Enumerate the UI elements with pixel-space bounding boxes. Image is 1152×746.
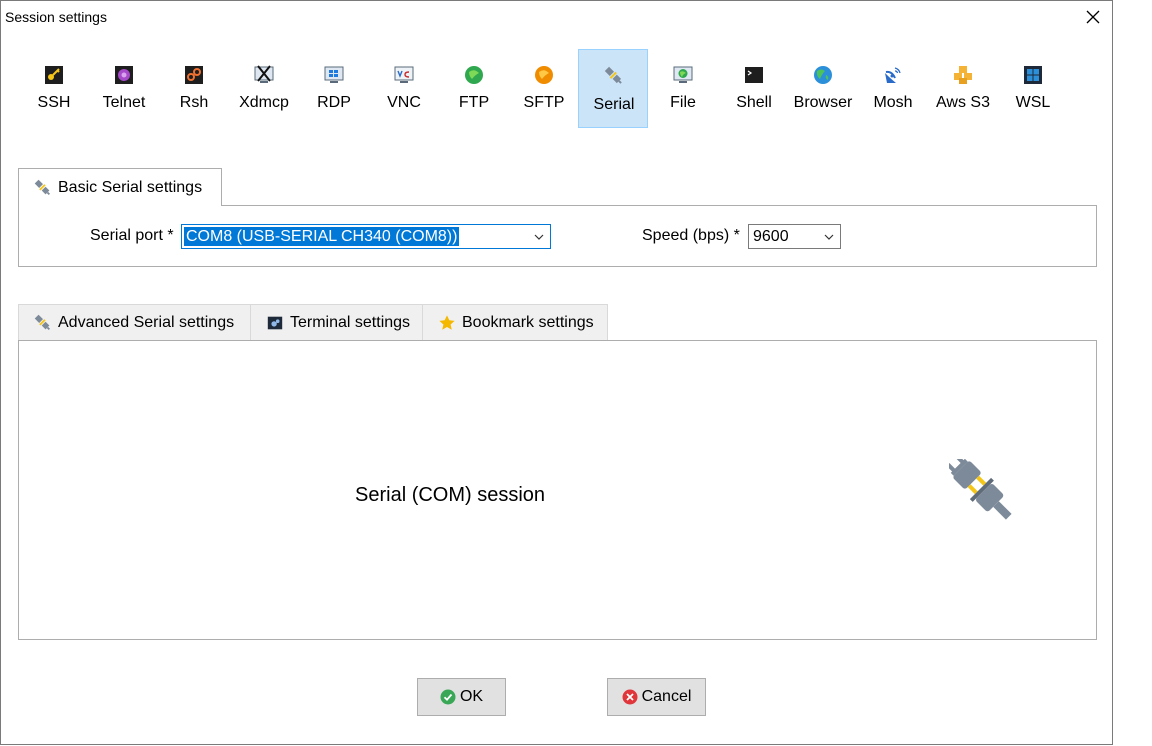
- plug-icon: [949, 459, 1012, 520]
- tab-basic-serial-settings[interactable]: Basic Serial settings: [18, 168, 222, 206]
- terminal-settings-icon: [267, 316, 283, 330]
- protocol-rdp-button[interactable]: RDP: [299, 49, 369, 128]
- protocol-xdmcp-button[interactable]: Xdmcp: [229, 49, 299, 128]
- cancel-button[interactable]: Cancel: [607, 678, 706, 716]
- satellite-icon: [885, 67, 901, 83]
- telnet-icon: [115, 66, 133, 84]
- xdmcp-icon: [254, 65, 274, 83]
- protocol-ssh-button[interactable]: SSH: [19, 49, 89, 128]
- rsh-icon: [185, 66, 203, 84]
- terminal-icon: [745, 67, 763, 83]
- aws-cubes-icon: [954, 66, 972, 84]
- protocol-label: VNC: [387, 94, 421, 111]
- speed-select[interactable]: 9600: [748, 224, 841, 249]
- protocol-rsh-button[interactable]: Rsh: [159, 49, 229, 128]
- chevron-down-icon: [534, 234, 544, 240]
- plug-icon: [604, 66, 622, 84]
- cancel-label: Cancel: [641, 688, 692, 705]
- ftp-icon: [465, 66, 483, 84]
- sftp-icon: [535, 66, 553, 84]
- check-icon: [440, 689, 456, 705]
- tab-terminal-settings[interactable]: Terminal settings: [250, 304, 423, 341]
- protocol-label: FTP: [458, 94, 490, 111]
- protocol-wsl-button[interactable]: WSL: [998, 49, 1068, 128]
- serial-port-select[interactable]: COM8 (USB-SERIAL CH340 (COM8)): [181, 224, 551, 249]
- globe-icon: [814, 66, 832, 84]
- protocol-vnc-button[interactable]: VNC: [369, 49, 439, 128]
- speed-value: 9600: [753, 228, 789, 245]
- protocol-label: Mosh: [873, 94, 913, 111]
- protocol-sftp-button[interactable]: SFTP: [509, 49, 579, 128]
- advanced-settings-panel: Serial (COM) session: [18, 340, 1097, 640]
- protocol-label: Rsh: [179, 94, 209, 111]
- tab-label: Basic Serial settings: [58, 178, 203, 196]
- session-type-caption: Serial (COM) session: [355, 484, 546, 506]
- tab-advanced-serial-settings[interactable]: Advanced Serial settings: [18, 304, 251, 341]
- protocol-label: Telnet: [102, 94, 146, 111]
- protocol-label: RDP: [317, 94, 351, 111]
- protocol-label: SSH: [37, 94, 71, 111]
- windows-icon: [1024, 66, 1042, 84]
- protocol-serial-button[interactable]: Serial: [578, 49, 648, 128]
- key-icon: [45, 66, 63, 84]
- ok-label: OK: [459, 688, 484, 705]
- tab-label: Bookmark settings: [462, 314, 594, 331]
- protocol-label: Browser: [793, 94, 853, 111]
- plug-icon: [34, 179, 51, 195]
- protocol-file-button[interactable]: File: [648, 49, 718, 128]
- protocol-label: SFTP: [523, 94, 565, 111]
- file-icon: [673, 66, 693, 83]
- title-bar: Session settings: [1, 1, 1114, 33]
- chevron-down-icon: [824, 234, 834, 240]
- protocol-shell-button[interactable]: Shell: [719, 49, 789, 128]
- protocol-browser-button[interactable]: Browser: [788, 49, 858, 128]
- basic-settings-panel: Serial port * COM8 (USB-SERIAL CH340 (CO…: [18, 205, 1097, 267]
- serial-port-value: COM8 (USB-SERIAL CH340 (COM8)): [184, 227, 460, 246]
- tab-label: Terminal settings: [290, 314, 411, 331]
- protocol-aws-s3-button[interactable]: Aws S3: [928, 49, 998, 128]
- protocol-mosh-button[interactable]: Mosh: [858, 49, 928, 128]
- speed-label: Speed (bps) *: [642, 227, 740, 244]
- plug-icon: [34, 314, 51, 331]
- ok-button[interactable]: OK: [417, 678, 506, 716]
- protocol-telnet-button[interactable]: Telnet: [89, 49, 159, 128]
- protocol-ftp-button[interactable]: FTP: [439, 49, 509, 128]
- tab-label: Advanced Serial settings: [58, 314, 235, 331]
- window-title: Session settings: [5, 9, 107, 25]
- protocol-label: Xdmcp: [239, 94, 289, 111]
- protocol-label: WSL: [1015, 94, 1051, 111]
- protocol-label: File: [670, 94, 696, 111]
- serial-port-label: Serial port *: [90, 227, 174, 244]
- protocol-toolbar: SSH Telnet Rsh Xdmcp RDP VNC FTP SFTP Se…: [1, 49, 1114, 129]
- star-icon: [439, 315, 455, 330]
- protocol-label: Aws S3: [936, 94, 990, 111]
- close-button[interactable]: [1073, 1, 1113, 33]
- vnc-icon: [394, 66, 414, 83]
- tab-bookmark-settings[interactable]: Bookmark settings: [422, 304, 608, 341]
- rdp-icon: [324, 66, 344, 83]
- protocol-label: Serial: [593, 96, 635, 113]
- session-settings-dialog: Session settings SSH Telnet Rsh Xdmcp RD…: [0, 0, 1113, 745]
- cancel-icon: [622, 689, 638, 705]
- close-icon: [1086, 10, 1100, 24]
- protocol-label: Shell: [736, 94, 772, 111]
